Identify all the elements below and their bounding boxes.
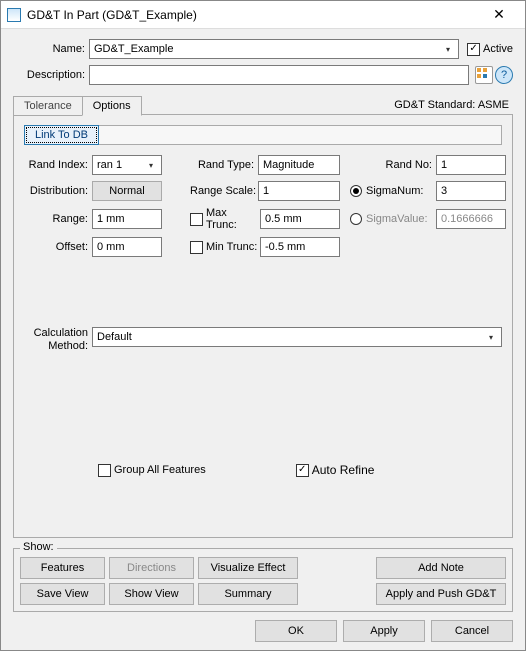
range-field[interactable]: 1 mm bbox=[92, 209, 162, 229]
sigmanum-label: SigmaNum: bbox=[366, 185, 436, 197]
tab-tolerance[interactable]: Tolerance bbox=[13, 96, 83, 116]
active-checkbox[interactable]: ✓ bbox=[467, 43, 480, 56]
check-icon: ✓ bbox=[298, 465, 306, 475]
check-icon: ✓ bbox=[469, 44, 477, 54]
tab-spacer: GD&T Standard: ASME bbox=[141, 99, 513, 115]
cancel-button[interactable]: Cancel bbox=[431, 620, 513, 642]
description-row: Description: ? bbox=[13, 65, 513, 85]
tab-strip: Tolerance Options GD&T Standard: ASME bbox=[13, 95, 513, 115]
window-title: GD&T In Part (GD&T_Example) bbox=[27, 8, 479, 22]
offset-field[interactable]: 0 mm bbox=[92, 237, 162, 257]
calc-method-value: Default bbox=[97, 331, 132, 343]
dialog-window: GD&T In Part (GD&T_Example) ✕ Name: GD&T… bbox=[0, 0, 526, 651]
titlebar: GD&T In Part (GD&T_Example) ✕ bbox=[1, 1, 525, 29]
chevron-down-icon: ▾ bbox=[440, 41, 456, 57]
calc-method-label: Calculation Method: bbox=[24, 327, 92, 353]
chevron-down-icon: ▾ bbox=[143, 157, 159, 173]
sigmavalue-field: 0.1666666 bbox=[436, 209, 506, 229]
apply-push-button[interactable]: Apply and Push GD&T bbox=[376, 583, 506, 605]
rand-type-label: Rand Type: bbox=[190, 159, 258, 171]
active-label: Active bbox=[483, 43, 513, 55]
min-trunc-checkbox[interactable] bbox=[190, 241, 203, 254]
description-input[interactable] bbox=[89, 65, 469, 85]
sigmanum-value: 3 bbox=[441, 185, 447, 197]
range-scale-value: 1 bbox=[263, 185, 269, 197]
max-trunc-field[interactable]: 0.5 mm bbox=[260, 209, 340, 229]
summary-button[interactable]: Summary bbox=[198, 583, 298, 605]
apply-button[interactable]: Apply bbox=[343, 620, 425, 642]
link-row: Link To DB bbox=[24, 125, 502, 145]
grid-icon[interactable] bbox=[475, 66, 493, 84]
auto-refine-checkbox[interactable]: ✓ bbox=[296, 464, 309, 477]
close-icon: ✕ bbox=[493, 6, 505, 23]
range-label: Range: bbox=[24, 213, 92, 225]
max-trunc-checkbox[interactable] bbox=[190, 213, 203, 226]
distribution-button[interactable]: Normal bbox=[92, 181, 162, 201]
name-combo-value: GD&T_Example bbox=[94, 43, 173, 55]
rand-index-combo[interactable]: ran 1 ▾ bbox=[92, 155, 162, 175]
description-label: Description: bbox=[13, 69, 89, 81]
max-trunc-label: Max Trunc: bbox=[206, 207, 260, 231]
gdt-standard-label: GD&T Standard: ASME bbox=[394, 99, 513, 111]
sigmavalue-label: SigmaValue: bbox=[366, 213, 436, 225]
tab-options[interactable]: Options bbox=[82, 96, 142, 116]
link-to-db-button[interactable]: Link To DB bbox=[24, 125, 99, 145]
save-view-button[interactable]: Save View bbox=[20, 583, 105, 605]
show-view-button[interactable]: Show View bbox=[109, 583, 194, 605]
rand-no-field[interactable]: 1 bbox=[436, 155, 506, 175]
min-trunc-field[interactable]: -0.5 mm bbox=[260, 237, 340, 257]
visualize-effect-button[interactable]: Visualize Effect bbox=[198, 557, 298, 579]
max-trunc-value: 0.5 mm bbox=[265, 213, 302, 225]
sigmanum-radio[interactable] bbox=[350, 185, 362, 197]
range-scale-label: Range Scale: bbox=[190, 185, 258, 197]
dialog-buttons: OK Apply Cancel bbox=[13, 612, 513, 642]
rand-index-value: ran 1 bbox=[97, 159, 122, 171]
features-button[interactable]: Features bbox=[20, 557, 105, 579]
rand-no-value: 1 bbox=[441, 159, 447, 171]
calc-method-row: Calculation Method: Default ▾ bbox=[24, 327, 502, 353]
sigmavalue-radio[interactable] bbox=[350, 213, 362, 225]
rand-type-field[interactable]: Magnitude bbox=[258, 155, 340, 175]
offset-value: 0 mm bbox=[97, 241, 125, 253]
close-button[interactable]: ✕ bbox=[479, 4, 519, 26]
sigmavalue-value: 0.1666666 bbox=[441, 213, 493, 225]
options-panel: Link To DB Rand Index: ran 1 ▾ Rand Type… bbox=[13, 115, 513, 538]
min-trunc-label: Min Trunc: bbox=[206, 241, 260, 253]
group-all-label: Group All Features bbox=[114, 464, 206, 476]
sigmanum-field[interactable]: 3 bbox=[436, 181, 506, 201]
offset-label: Offset: bbox=[24, 241, 92, 253]
ok-button[interactable]: OK bbox=[255, 620, 337, 642]
show-button-grid: Features Directions Visualize Effect Add… bbox=[20, 557, 506, 605]
show-group: Show: Features Directions Visualize Effe… bbox=[13, 548, 513, 612]
link-spacer bbox=[99, 125, 502, 145]
min-trunc-value: -0.5 mm bbox=[265, 241, 305, 253]
show-legend: Show: bbox=[20, 541, 57, 553]
distribution-label: Distribution: bbox=[24, 185, 92, 197]
calc-method-combo[interactable]: Default ▾ bbox=[92, 327, 502, 347]
bottom-checks: Group All Features ✓ Auto Refine bbox=[24, 463, 502, 477]
name-row: Name: GD&T_Example ▾ ✓ Active bbox=[13, 39, 513, 59]
radio-dot-icon bbox=[353, 188, 359, 194]
rand-no-label: Rand No: bbox=[346, 159, 436, 171]
directions-button: Directions bbox=[109, 557, 194, 579]
rand-index-label: Rand Index: bbox=[24, 159, 92, 171]
options-grid: Rand Index: ran 1 ▾ Rand Type: Magnitude… bbox=[24, 155, 502, 257]
name-label: Name: bbox=[13, 43, 89, 55]
add-note-button[interactable]: Add Note bbox=[376, 557, 506, 579]
chevron-down-icon: ▾ bbox=[483, 329, 499, 345]
group-all-checkbox[interactable] bbox=[98, 464, 111, 477]
help-icon[interactable]: ? bbox=[495, 66, 513, 84]
client-area: Name: GD&T_Example ▾ ✓ Active Descriptio… bbox=[1, 29, 525, 650]
name-combo[interactable]: GD&T_Example ▾ bbox=[89, 39, 459, 59]
auto-refine-label: Auto Refine bbox=[312, 463, 375, 477]
range-scale-field[interactable]: 1 bbox=[258, 181, 340, 201]
app-icon bbox=[7, 8, 21, 22]
range-value: 1 mm bbox=[97, 213, 125, 225]
rand-type-value: Magnitude bbox=[263, 159, 314, 171]
